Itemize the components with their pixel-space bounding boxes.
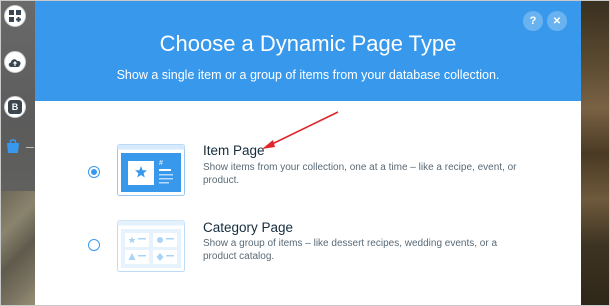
annotation-arrow-icon [262,111,339,149]
add-grid-icon [9,10,21,22]
category-page-illustration-icon [117,220,185,272]
category-page-radio[interactable] [88,239,100,251]
item-page-illustration-icon: # [117,144,185,196]
blog-b-label: B [8,100,22,114]
option-category-page[interactable]: Category Page Show a group of items – li… [35,217,581,283]
dialog-header: Choose a Dynamic Page Type Show a single… [35,1,581,101]
category-page-title: Category Page [203,220,294,235]
close-icon: ✕ [552,15,562,27]
category-page-description: Show a group of items – like dessert rec… [203,238,498,262]
item-page-description: Show items from your collection, one at … [203,162,517,186]
toolbar-divider [26,147,34,148]
close-button[interactable]: ✕ [547,11,567,31]
dialog-subtitle: Show a single item or a group of items f… [116,68,500,82]
item-page-radio[interactable] [88,166,100,178]
upload-button[interactable] [4,51,26,73]
blog-button[interactable]: B [4,96,26,118]
dialog-title: Choose a Dynamic Page Type [159,31,457,56]
add-elements-button[interactable] [4,5,26,27]
store-bag-icon[interactable] [6,138,20,154]
svg-text:#: # [159,160,163,167]
cloud-upload-icon [8,58,21,67]
help-icon: ? [529,15,537,27]
background-photo-right [581,1,609,305]
background-photo-left [1,191,35,305]
help-button[interactable]: ? [523,11,543,31]
screenshot-frame: B Choose a Dynamic Page Type Show a sing… [0,0,610,306]
